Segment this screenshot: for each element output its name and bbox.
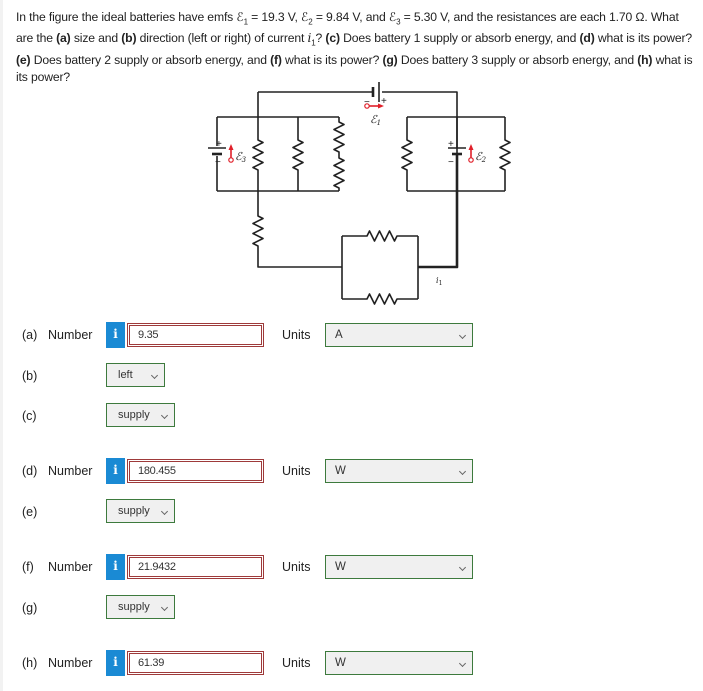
emf2-arrow-icon <box>468 144 474 163</box>
units-select-f-value: W <box>335 561 346 573</box>
chevron-down-icon <box>150 371 159 380</box>
resistor-bottom-left <box>252 191 342 268</box>
resistor-left-3-series <box>333 117 345 191</box>
question-segment: (g) <box>382 52 398 67</box>
units-label-h: Units <box>282 656 311 670</box>
emf3-plus: + <box>216 139 222 150</box>
number-label-h: Number <box>48 656 93 670</box>
number-label-d: Number <box>48 464 93 478</box>
units-label-f: Units <box>282 560 311 574</box>
energy-select-g[interactable]: supply <box>106 595 175 619</box>
chevron-down-icon <box>458 563 467 572</box>
energy-select-g-value: supply <box>118 601 150 613</box>
info-icon[interactable]: i <box>106 458 125 484</box>
part-label-g: (g) <box>22 601 38 615</box>
emf3-arrow-icon <box>228 144 234 163</box>
number-label-a: Number <box>48 328 93 342</box>
answer-h-input[interactable] <box>127 651 264 675</box>
number-label-f: Number <box>48 560 93 574</box>
question-segment: In the figure the ideal batteries have e… <box>16 10 244 24</box>
units-select-h-value: W <box>335 657 346 669</box>
question-segment: Does battery 3 supply or absorb energy, … <box>397 52 638 67</box>
energy-select-e[interactable]: supply <box>106 499 175 523</box>
resistor-left-2 <box>292 117 304 191</box>
answer-a-input[interactable] <box>127 323 264 347</box>
question-segment: what is its power? <box>281 52 383 67</box>
question-segment: (a) <box>56 31 71 46</box>
top-wire <box>258 91 458 191</box>
units-select-d-value: W <box>335 465 346 477</box>
chevron-down-icon <box>458 659 467 668</box>
emf3-minus: − <box>215 157 221 168</box>
answer-f-input[interactable] <box>127 555 264 579</box>
emf3-label: ℰ3 <box>235 150 247 164</box>
question-segment: (e) <box>16 52 31 67</box>
resistor-left-1 <box>252 92 264 191</box>
question-segment: what is its power? <box>594 31 693 46</box>
question-segment: (f) <box>270 52 282 67</box>
direction-select-b-value: left <box>118 369 133 381</box>
question-segment: direction (left or right) of current <box>136 31 308 46</box>
energy-select-e-value: supply <box>118 505 150 517</box>
units-select-h[interactable]: W <box>325 651 473 675</box>
part-label-a: (a) <box>22 328 38 342</box>
emf2-minus: − <box>448 157 454 168</box>
chevron-down-icon <box>160 411 169 420</box>
energy-select-c-value: supply <box>118 409 150 421</box>
part-label-d: (d) <box>22 464 38 478</box>
question-segment: Does battery 2 supply or absorb energy, … <box>30 52 271 67</box>
energy-select-c[interactable]: supply <box>106 403 175 427</box>
units-select-f[interactable]: W <box>325 555 473 579</box>
emf1-label: ℰ1 <box>370 113 381 127</box>
resistor-right-1 <box>401 117 413 191</box>
question-segment: (h) <box>637 52 653 67</box>
chevron-down-icon <box>160 603 169 612</box>
emf2-plus: + <box>448 139 454 150</box>
resistor-right-2 <box>499 117 511 191</box>
chevron-down-icon <box>160 507 169 516</box>
question-segment: = 9.84 V, and ℰ <box>312 10 397 24</box>
resistor-bottom-bottom <box>342 293 418 305</box>
units-label-d: Units <box>282 464 311 478</box>
question-segment: (d) <box>579 31 595 46</box>
units-label-a: Units <box>282 328 311 342</box>
info-icon[interactable]: i <box>106 650 125 676</box>
question-segment: size and <box>70 31 122 46</box>
question-segment: (c) <box>325 31 340 46</box>
question-segment: Does battery 1 supply or absorb energy, … <box>339 31 580 46</box>
emf2-wire-bottom <box>418 154 459 269</box>
info-icon[interactable]: i <box>106 322 125 348</box>
question-segment: ? <box>315 31 326 46</box>
part-label-f: (f) <box>22 560 34 574</box>
question-segment: = 19.3 V, ℰ <box>247 10 309 24</box>
units-select-d[interactable]: W <box>325 459 473 483</box>
emf2-label: ℰ2 <box>475 150 487 164</box>
chevron-down-icon <box>458 331 467 340</box>
current-i1-label: i1 <box>436 276 442 287</box>
part-label-c: (c) <box>22 409 37 423</box>
direction-select-b[interactable]: left <box>106 363 165 387</box>
part-label-e: (e) <box>22 505 38 519</box>
resistor-bottom-top <box>342 230 418 242</box>
units-select-a[interactable]: A <box>325 323 473 347</box>
part-label-b: (b) <box>22 369 38 383</box>
circuit-figure: − + + − + − ℰ1 ℰ3 ℰ2 i1 <box>208 82 511 305</box>
part-label-h: (h) <box>22 656 38 670</box>
answer-d-input[interactable] <box>127 459 264 483</box>
units-select-a-value: A <box>335 329 343 341</box>
left-edge-strip <box>0 0 3 691</box>
chevron-down-icon <box>458 467 467 476</box>
info-icon[interactable]: i <box>106 554 125 580</box>
question-segment: (b) <box>121 31 137 46</box>
